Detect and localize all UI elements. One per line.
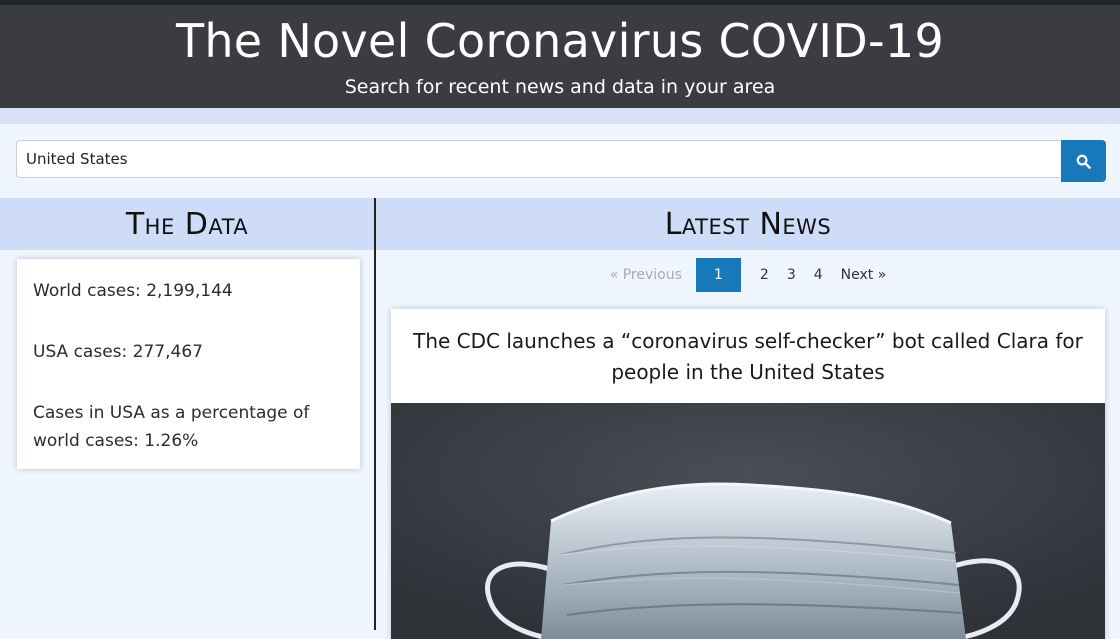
news-article-card[interactable]: The CDC launches a “coronavirus self-che…: [391, 309, 1105, 639]
pagination: « Previous 1 2 3 4 Next »: [376, 258, 1120, 292]
pagination-page-2[interactable]: 2: [751, 258, 778, 292]
search-bar: [0, 124, 1120, 198]
news-article-title[interactable]: The CDC launches a “coronavirus self-che…: [411, 326, 1085, 388]
page-subtitle: Search for recent news and data in your …: [344, 76, 776, 98]
surgical-mask-image[interactable]: [391, 403, 1105, 639]
search-button[interactable]: [1061, 140, 1106, 182]
world-cases-stat: World cases: 2,199,144: [33, 281, 233, 301]
pagination-page-1[interactable]: 1: [695, 258, 741, 292]
usa-cases-stat: USA cases: 277,467: [33, 342, 203, 362]
surgical-mask-illustration: [391, 403, 1105, 639]
pagination-page-4[interactable]: 4: [805, 258, 832, 292]
usa-percentage-stat: Cases in USA as a percentage of world ca…: [33, 403, 310, 451]
news-panel: Latest News « Previous 1 2 3 4 Next » Th…: [376, 198, 1120, 639]
pagination-page-3[interactable]: 3: [778, 258, 805, 292]
data-heading: The Data: [0, 198, 374, 250]
page-title: The Novel Coronavirus COVID-19: [175, 14, 945, 68]
pagination-previous: « Previous: [609, 267, 682, 283]
site-header: The Novel Coronavirus COVID-19 Search fo…: [0, 5, 1120, 108]
search-icon: [1076, 154, 1091, 169]
data-panel: The Data World cases: 2,199,144 USA case…: [0, 198, 374, 630]
data-card: World cases: 2,199,144 USA cases: 277,46…: [17, 259, 360, 469]
news-heading: Latest News: [376, 198, 1120, 250]
header-separator: [0, 108, 1120, 124]
pagination-next[interactable]: Next »: [832, 258, 896, 292]
search-input[interactable]: [16, 140, 1060, 178]
